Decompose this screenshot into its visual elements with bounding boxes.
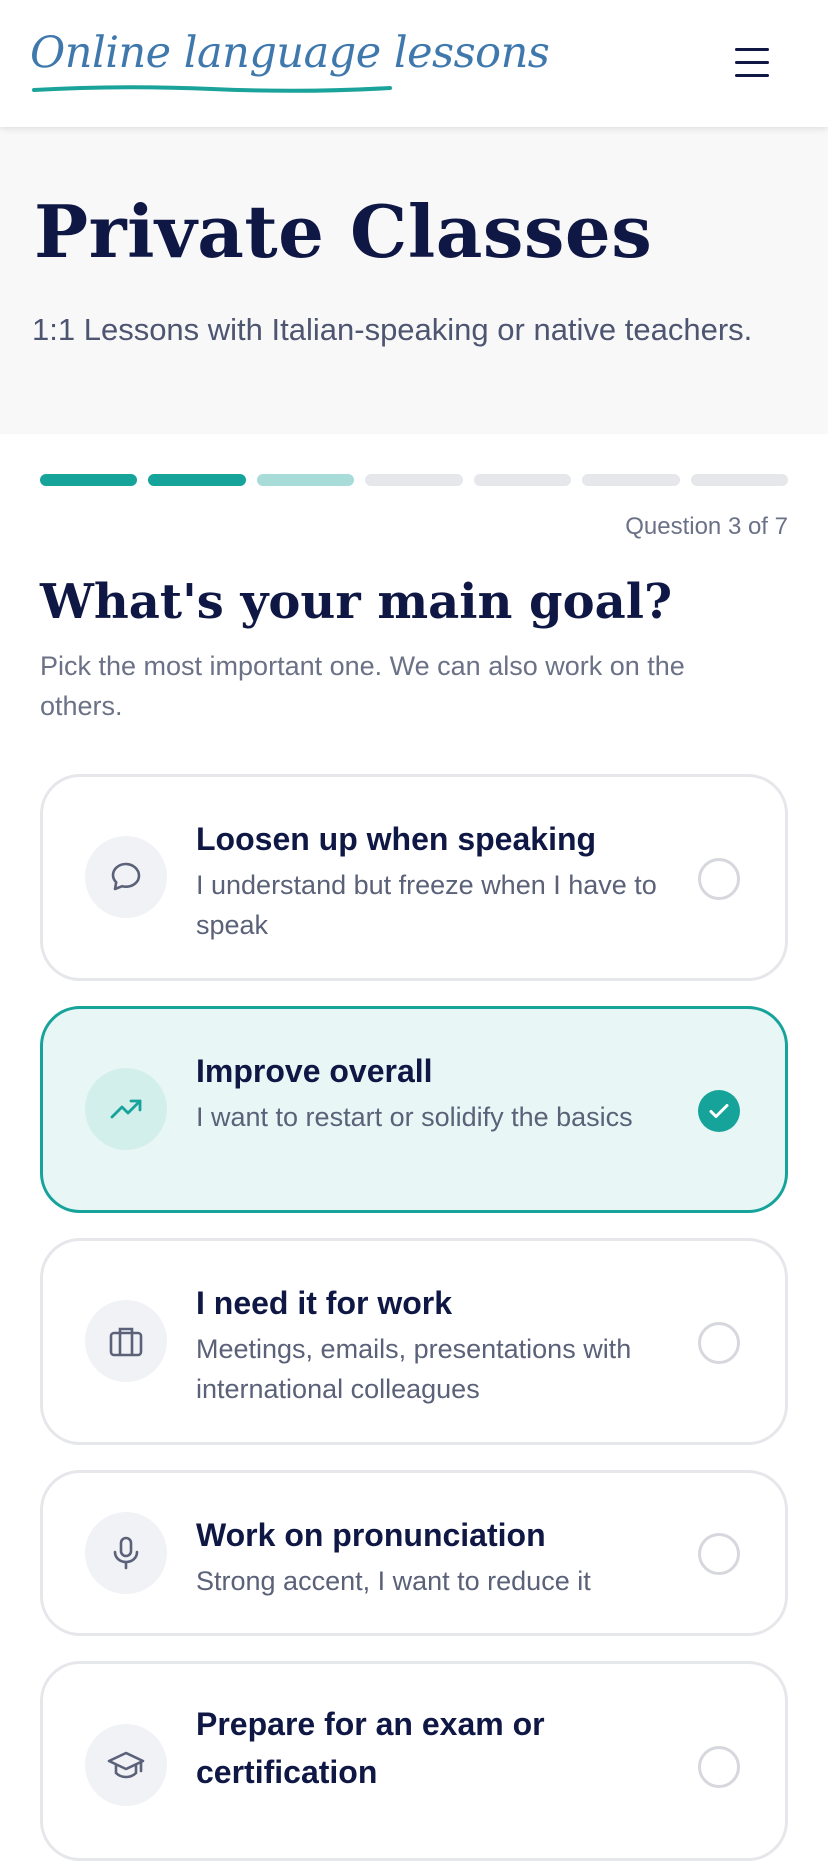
hamburger-icon	[735, 48, 769, 51]
option-title: Loosen up when speaking	[196, 821, 597, 857]
option-description: Strong accent, I want to reduce it	[196, 1566, 591, 1596]
progress-segment	[582, 474, 680, 486]
hamburger-menu-button[interactable]	[728, 42, 776, 84]
hamburger-icon-bar	[735, 61, 769, 64]
radio-empty-icon[interactable]	[698, 1746, 740, 1788]
goal-option-card[interactable]: I need it for work Meetings, emails, pres…	[40, 1238, 788, 1445]
graduation-cap-icon	[107, 1751, 145, 1779]
page-subtitle: 1:1 Lessons with Italian-speaking or nat…	[32, 312, 753, 347]
radio-empty-icon[interactable]	[698, 1322, 740, 1364]
option-icon-circle	[85, 1300, 167, 1382]
goal-option-card[interactable]: Loosen up when speaking I understand but …	[40, 774, 788, 981]
goal-option-card[interactable]: Improve overall I want to restart or soli…	[40, 1006, 788, 1213]
microphone-icon	[113, 1536, 139, 1570]
progress-segment	[365, 474, 463, 486]
option-title: Improve overall	[196, 1053, 433, 1089]
option-description: Meetings, emails, presentations with int…	[196, 1334, 632, 1404]
goal-option-card[interactable]: Work on pronunciation Strong accent, I wa…	[40, 1470, 788, 1636]
check-icon	[709, 1104, 729, 1118]
progress-segment	[690, 474, 788, 486]
brush-underline-icon	[32, 85, 392, 93]
hamburger-icon-bar	[735, 74, 769, 77]
progress-segment	[256, 474, 355, 486]
progress-segment	[40, 474, 138, 486]
option-icon-circle	[85, 1724, 167, 1806]
hero-section: Private Classes 1:1 Lessons with Italian…	[0, 127, 828, 434]
site-logo[interactable]: Online language lessons	[30, 28, 550, 78]
question-title: What's your main goal?	[40, 574, 673, 630]
option-title: I need it for work	[196, 1285, 453, 1321]
question-progress-bar	[40, 474, 788, 486]
goal-option-card[interactable]: Prepare for an exam or certification	[40, 1661, 788, 1861]
option-title: Prepare for an exam or certification	[196, 1706, 545, 1790]
option-description: I understand but freeze when I have to s…	[196, 870, 657, 940]
briefcase-icon	[109, 1327, 143, 1357]
progress-segment	[148, 474, 246, 486]
speech-bubble-icon	[111, 862, 141, 891]
top-header: Online language lessons	[0, 0, 828, 127]
option-description: I want to restart or solidify the basics	[196, 1102, 633, 1132]
option-icon-circle	[85, 1512, 167, 1594]
option-icon-circle	[85, 836, 167, 918]
progress-segment	[473, 474, 572, 486]
radio-checked-icon[interactable]	[698, 1090, 740, 1132]
radio-empty-icon[interactable]	[698, 1533, 740, 1575]
option-title: Work on pronunciation	[196, 1517, 546, 1553]
trending-up-icon	[110, 1099, 142, 1119]
question-subtitle: Pick the most important one. We can also…	[40, 651, 685, 721]
radio-empty-icon[interactable]	[698, 858, 740, 900]
page-title: Private Classes	[34, 189, 653, 274]
question-counter: Question 3 of 7	[625, 513, 788, 540]
option-icon-circle	[85, 1068, 167, 1150]
